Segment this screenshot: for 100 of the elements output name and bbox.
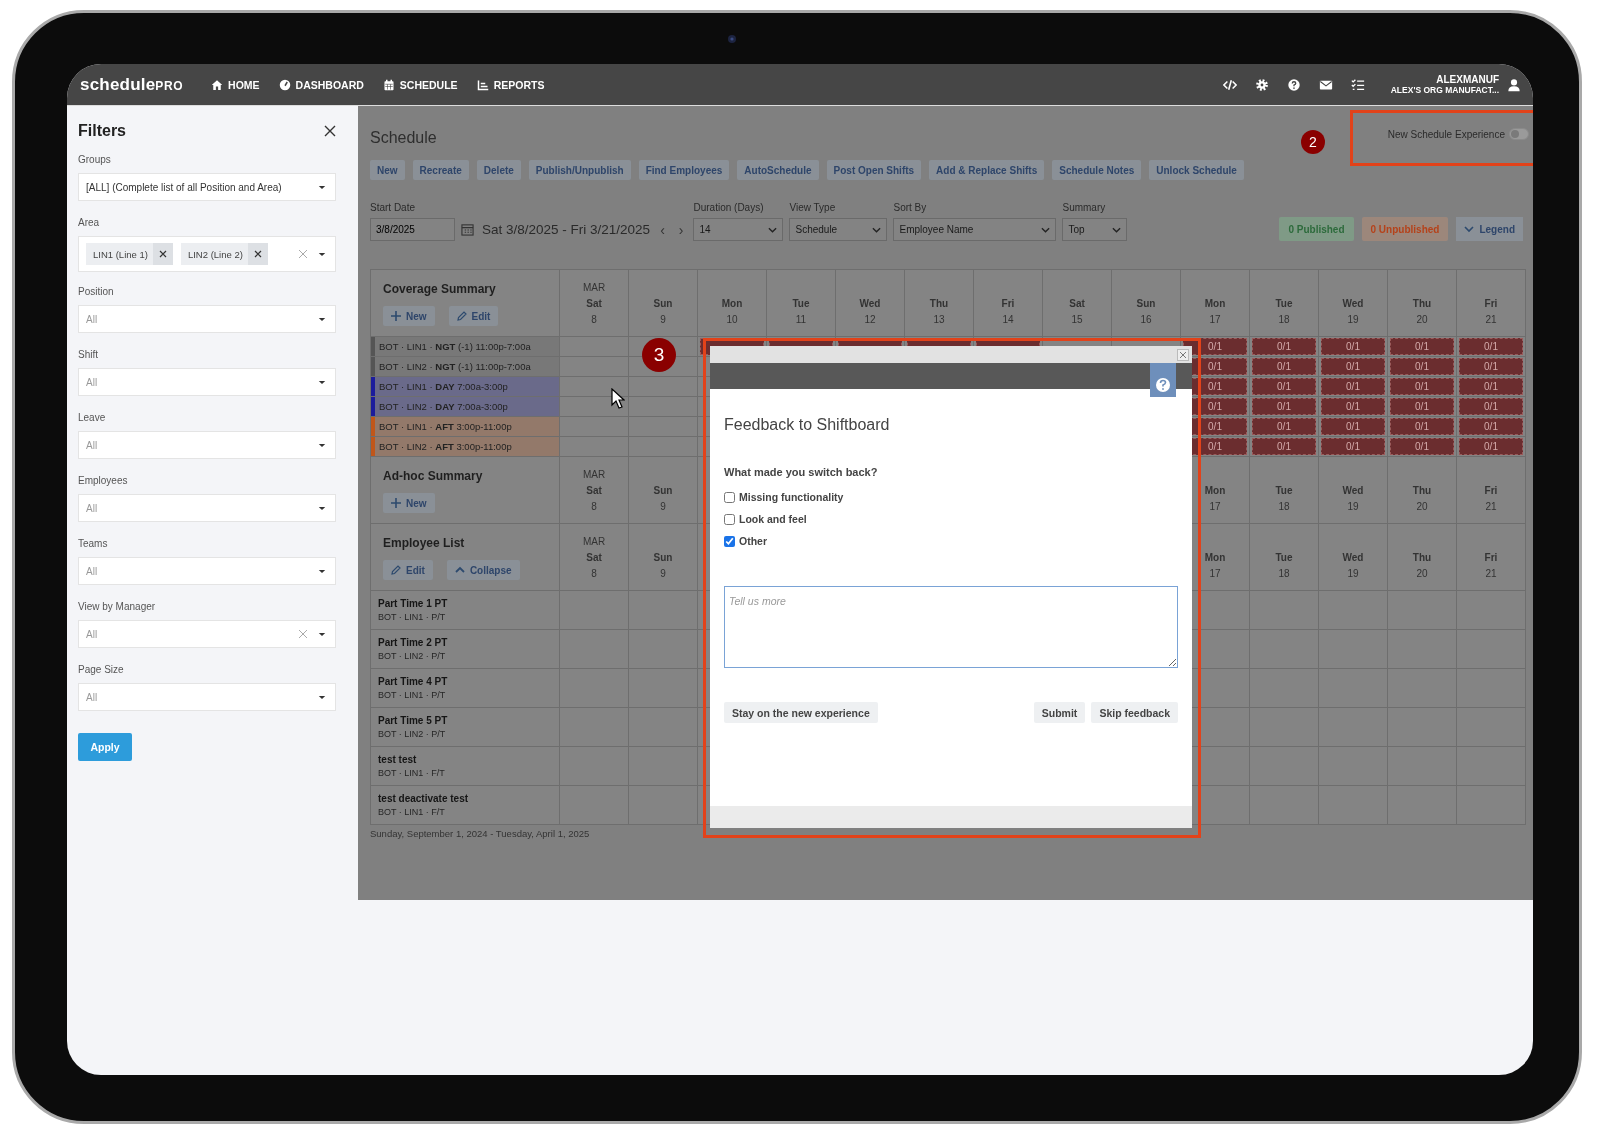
- dropdown[interactable]: All: [78, 683, 336, 711]
- close-icon[interactable]: [324, 125, 336, 137]
- dropdown[interactable]: Schedule: [789, 218, 888, 241]
- settings-icon[interactable]: [1254, 77, 1269, 92]
- toolbar-button[interactable]: Delete: [476, 160, 521, 180]
- coverage-cell[interactable]: 0/1: [1390, 338, 1454, 355]
- toolbar-button[interactable]: Post Open Shifts: [826, 160, 922, 180]
- day-header: Tue 11: [767, 270, 836, 337]
- coverage-cell[interactable]: 0/1: [1459, 438, 1523, 455]
- coverage-cell[interactable]: 0/1: [1321, 418, 1385, 435]
- shift-label: BOT · LIN2 · DAY 7:00a-3:00p: [378, 401, 508, 412]
- employee-cell[interactable]: test deactivate test BOT · LIN1 · F/T: [371, 786, 560, 825]
- coverage-cell[interactable]: 0/1: [1252, 378, 1316, 395]
- coverage-cell[interactable]: 0/1: [1321, 358, 1385, 375]
- dialog-button[interactable]: Skip feedback: [1091, 702, 1178, 723]
- coverage-cell[interactable]: 0/1: [1459, 398, 1523, 415]
- chevron-down-icon: [872, 226, 882, 233]
- nav-link[interactable]: DASHBOARD: [278, 78, 364, 91]
- shift-label: BOT · LIN1 · NGT (-1) 11:00p-7:00a: [378, 341, 531, 352]
- dialog-button[interactable]: Submit: [1033, 702, 1086, 723]
- coverage-cell[interactable]: 0/1: [1252, 338, 1316, 355]
- checkbox[interactable]: [724, 491, 735, 503]
- section-action-button[interactable]: Edit: [448, 306, 499, 326]
- coverage-cell[interactable]: 0/1: [1390, 418, 1454, 435]
- toolbar-button[interactable]: Publish/Unpublish: [528, 160, 631, 180]
- toolbar-button[interactable]: Find Employees: [638, 160, 730, 180]
- multi-select-field[interactable]: LIN1 (Line 1) LIN2 (Line 2): [78, 236, 336, 272]
- toggle-switch[interactable]: [1509, 128, 1529, 140]
- date-field[interactable]: 3/8/2025: [370, 218, 455, 241]
- coverage-cell[interactable]: 0/1: [1321, 378, 1385, 395]
- coverage-cell[interactable]: 0/1: [1390, 438, 1454, 455]
- dropdown[interactable]: Top: [1062, 218, 1128, 241]
- dropdown[interactable]: All: [78, 305, 336, 333]
- user-name[interactable]: ALEXMANUF: [1436, 74, 1499, 85]
- dropdown[interactable]: [ALL] (Complete list of all Position and Area): [78, 173, 336, 201]
- day-header: Thu 20: [1388, 524, 1457, 591]
- field-label: Area: [78, 217, 100, 228]
- dropdown[interactable]: All: [78, 620, 336, 648]
- section-action-button[interactable]: Edit: [383, 560, 433, 580]
- coverage-cell[interactable]: 0/1: [1321, 338, 1385, 355]
- dropdown[interactable]: Employee Name: [893, 218, 1057, 241]
- nav-link[interactable]: REPORTS: [476, 78, 545, 91]
- employee-cell[interactable]: Part Time 2 PT BOT · LIN2 · P/T: [371, 630, 560, 669]
- code-icon[interactable]: [1222, 77, 1237, 92]
- dropdown[interactable]: All: [78, 557, 336, 585]
- calendar-icon[interactable]: [461, 223, 474, 236]
- coverage-cell[interactable]: 0/1: [1459, 358, 1523, 375]
- dialog-button[interactable]: Stay on the new experience: [724, 702, 878, 723]
- user-icon[interactable]: [1507, 77, 1521, 92]
- nav-link[interactable]: HOME: [211, 78, 260, 91]
- help-icon[interactable]: [1286, 77, 1301, 92]
- caret-down-icon: [318, 568, 326, 574]
- coverage-cell[interactable]: 0/1: [1321, 398, 1385, 415]
- day-header: MAR Sat 8: [560, 270, 629, 337]
- day-header: Wed 19: [1319, 270, 1388, 337]
- checklist-icon[interactable]: [1350, 77, 1365, 92]
- dropdown[interactable]: All: [78, 494, 336, 522]
- toolbar-button[interactable]: Unlock Schedule: [1149, 160, 1244, 180]
- day-header: Tue 18: [1250, 457, 1319, 524]
- coverage-cell[interactable]: 0/1: [1252, 398, 1316, 415]
- apply-button[interactable]: Apply: [78, 733, 132, 761]
- nav-link[interactable]: SCHEDULE: [382, 78, 458, 91]
- coverage-cell[interactable]: 0/1: [1459, 338, 1523, 355]
- section-action-button[interactable]: New: [383, 493, 435, 513]
- legend-button[interactable]: Legend: [1456, 217, 1523, 241]
- toolbar-button[interactable]: Add & Replace Shifts: [929, 160, 1045, 180]
- employee-cell[interactable]: Part Time 4 PT BOT · LIN1 · P/T: [371, 669, 560, 708]
- previous-button[interactable]: ‹: [656, 221, 669, 238]
- coverage-cell[interactable]: 0/1: [1390, 358, 1454, 375]
- day-header: MAR Sat 8: [560, 524, 629, 591]
- remove-icon[interactable]: [247, 243, 268, 265]
- section-action-button[interactable]: Collapse: [446, 560, 520, 580]
- toolbar-button[interactable]: New: [370, 160, 405, 180]
- field-label: View by Manager: [78, 601, 156, 612]
- toolbar-button[interactable]: AutoSchedule: [737, 160, 819, 180]
- toolbar-button[interactable]: Recreate: [412, 160, 469, 180]
- dropdown[interactable]: 14: [693, 218, 784, 241]
- coverage-cell[interactable]: 0/1: [1252, 358, 1316, 375]
- remove-icon[interactable]: [152, 243, 173, 265]
- caret-down-icon: [318, 184, 326, 190]
- section-action-button[interactable]: New: [383, 306, 435, 326]
- checkbox[interactable]: [724, 513, 735, 525]
- dropdown[interactable]: All: [78, 431, 336, 459]
- coverage-cell[interactable]: 0/1: [1321, 438, 1385, 455]
- next-button[interactable]: ›: [674, 221, 688, 238]
- coverage-cell[interactable]: 0/1: [1390, 398, 1454, 415]
- employee-cell[interactable]: Part Time 5 PT BOT · LIN2 · P/T: [371, 708, 560, 747]
- checkbox-label: Look and feel: [739, 513, 807, 525]
- coverage-cell[interactable]: 0/1: [1252, 418, 1316, 435]
- employee-cell[interactable]: Part Time 1 PT BOT · LIN1 · P/T: [371, 591, 560, 630]
- coverage-cell[interactable]: 0/1: [1390, 378, 1454, 395]
- comment-field[interactable]: Tell us more: [724, 586, 1178, 668]
- checkbox[interactable]: [724, 535, 735, 547]
- employee-cell[interactable]: test test BOT · LIN1 · F/T: [371, 747, 560, 786]
- coverage-cell[interactable]: 0/1: [1459, 418, 1523, 435]
- toolbar-button[interactable]: Schedule Notes: [1052, 160, 1142, 180]
- coverage-cell[interactable]: 0/1: [1252, 438, 1316, 455]
- logo[interactable]: schedulePRO: [80, 74, 184, 95]
- dropdown[interactable]: All: [78, 368, 336, 396]
- coverage-cell[interactable]: 0/1: [1459, 378, 1523, 395]
